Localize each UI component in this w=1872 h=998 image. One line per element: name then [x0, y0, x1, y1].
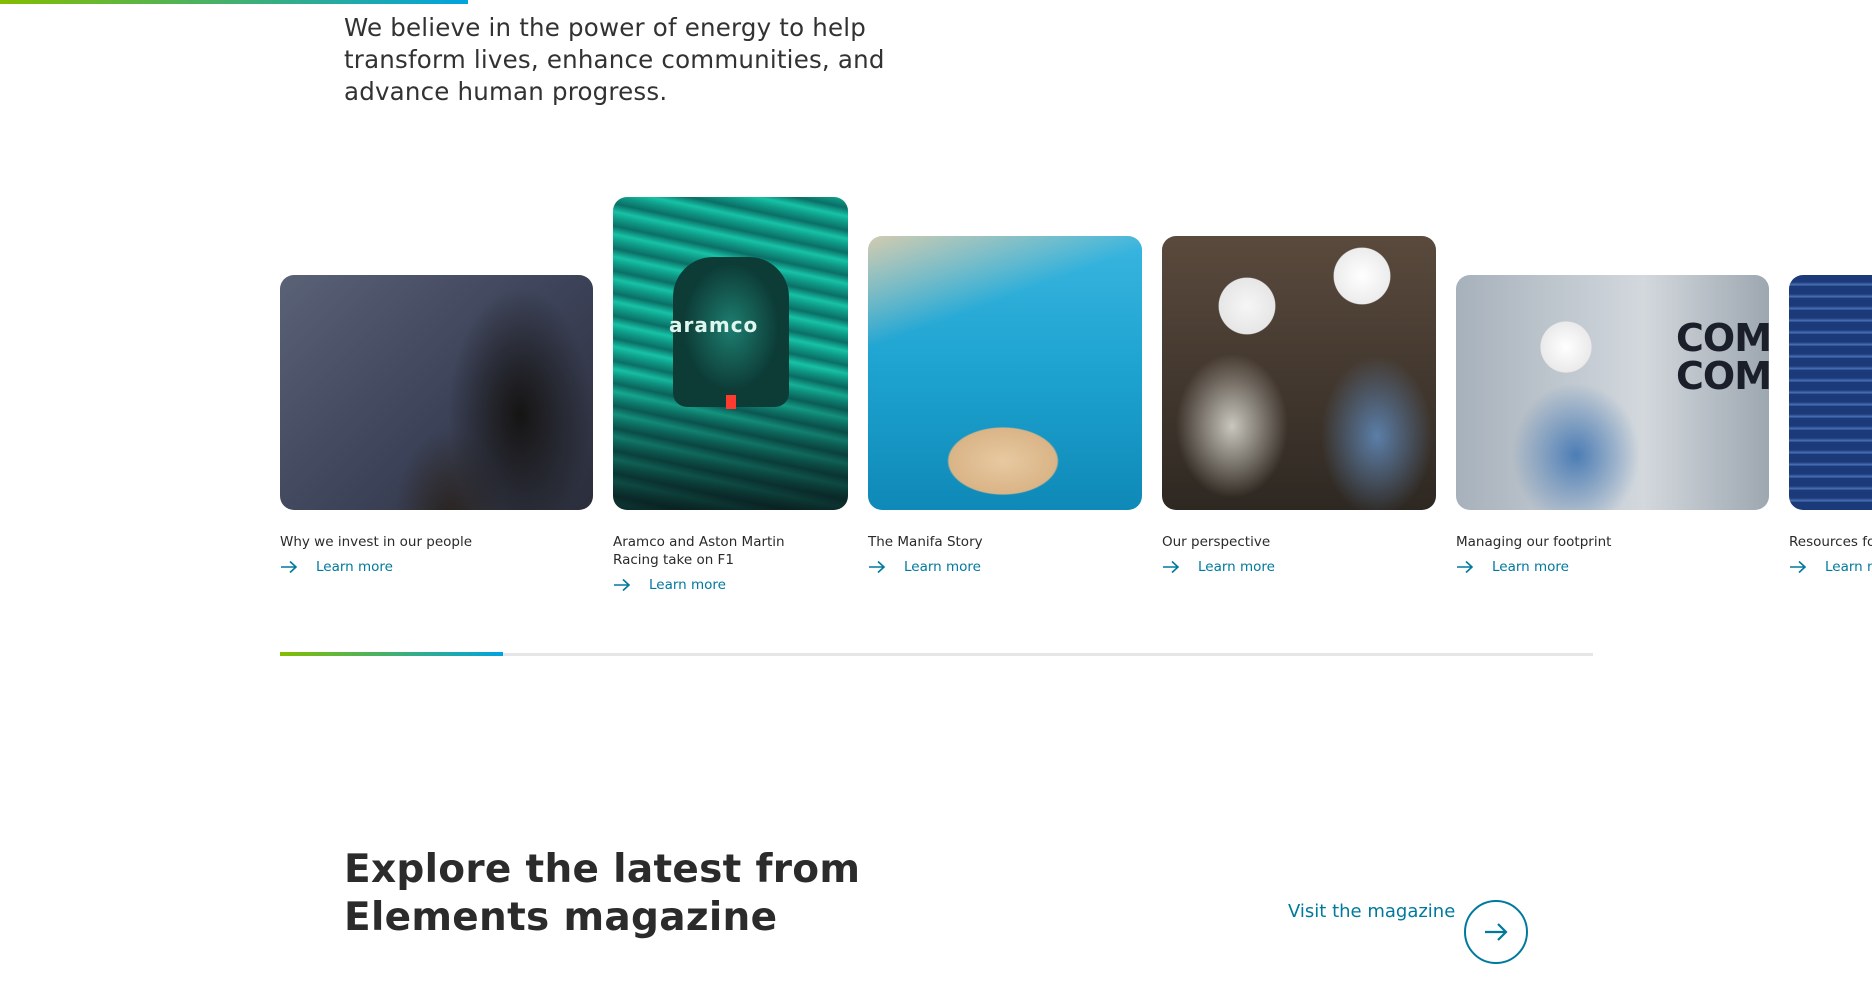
learn-more-link[interactable]: Learn more	[1162, 559, 1275, 575]
learn-more-label: Learn more	[1198, 559, 1275, 575]
magazine-heading: Explore the latest from Elements magazin…	[344, 847, 861, 940]
learn-more-label: Learn more	[1492, 559, 1569, 575]
card-title: Managing our footprint	[1456, 534, 1612, 550]
card-image-building[interactable]	[1789, 275, 1872, 510]
learn-more-link[interactable]: Learn m	[1789, 559, 1872, 575]
learn-more-link[interactable]: Learn more	[613, 577, 726, 593]
card-image-worker[interactable]: COMPCOMP	[1456, 275, 1769, 510]
learn-more-link[interactable]: Learn more	[868, 559, 981, 575]
f1-rear-light	[726, 395, 736, 409]
learn-more-link[interactable]: Learn more	[1456, 559, 1569, 575]
comp-sign-text: COMPCOMP	[1676, 316, 1769, 398]
arrow-right-icon	[1790, 560, 1807, 574]
card-resources[interactable]: Resources fo Learn m	[1789, 275, 1872, 605]
card-image-people[interactable]	[280, 275, 593, 510]
card-title: Why we invest in our people	[280, 534, 473, 550]
card-invest-people[interactable]: Why we invest in our people Learn more	[280, 275, 593, 605]
card-image-engineers[interactable]	[1162, 236, 1436, 510]
visit-magazine-label: Visit the magazine	[1288, 901, 1456, 922]
arrow-right-icon	[1457, 560, 1474, 574]
arrow-right-icon	[614, 578, 631, 592]
page-scroll-progress	[0, 0, 468, 4]
arrow-right-icon	[1163, 560, 1180, 574]
learn-more-label: Learn m	[1825, 559, 1872, 575]
arrow-right-icon	[869, 560, 886, 574]
carousel-scroll-thumb[interactable]	[280, 652, 503, 656]
card-image-f1-car[interactable]: aramco	[613, 197, 848, 510]
visit-magazine-link[interactable]: Visit the magazine	[1288, 901, 1455, 922]
learn-more-label: Learn more	[316, 559, 393, 575]
card-aston-martin[interactable]: aramco Aramco and Aston Martin Racing ta…	[613, 197, 848, 607]
card-manifa-story[interactable]: The Manifa Story Learn more	[868, 236, 1142, 576]
intro-text: We believe in the power of energy to hel…	[344, 13, 885, 106]
card-title: The Manifa Story	[868, 534, 983, 550]
card-title: Resources fo	[1789, 534, 1872, 550]
learn-more-link[interactable]: Learn more	[280, 559, 393, 575]
visit-magazine-button[interactable]	[1464, 900, 1528, 964]
learn-more-label: Learn more	[649, 577, 726, 593]
arrow-right-icon	[281, 560, 298, 574]
card-title: Aramco and Aston Martin Racing take on F…	[613, 534, 785, 568]
card-our-perspective[interactable]: Our perspective Learn more	[1162, 236, 1436, 576]
card-managing-footprint[interactable]: COMPCOMP Managing our footprint Learn mo…	[1456, 275, 1769, 605]
card-title: Our perspective	[1162, 534, 1271, 550]
card-image-manifa-island[interactable]	[868, 236, 1142, 510]
learn-more-label: Learn more	[904, 559, 981, 575]
page: We believe in the power of energy to hel…	[0, 0, 1872, 998]
arrow-right-icon	[1485, 923, 1508, 941]
aramco-logo-text: aramco	[669, 313, 759, 337]
